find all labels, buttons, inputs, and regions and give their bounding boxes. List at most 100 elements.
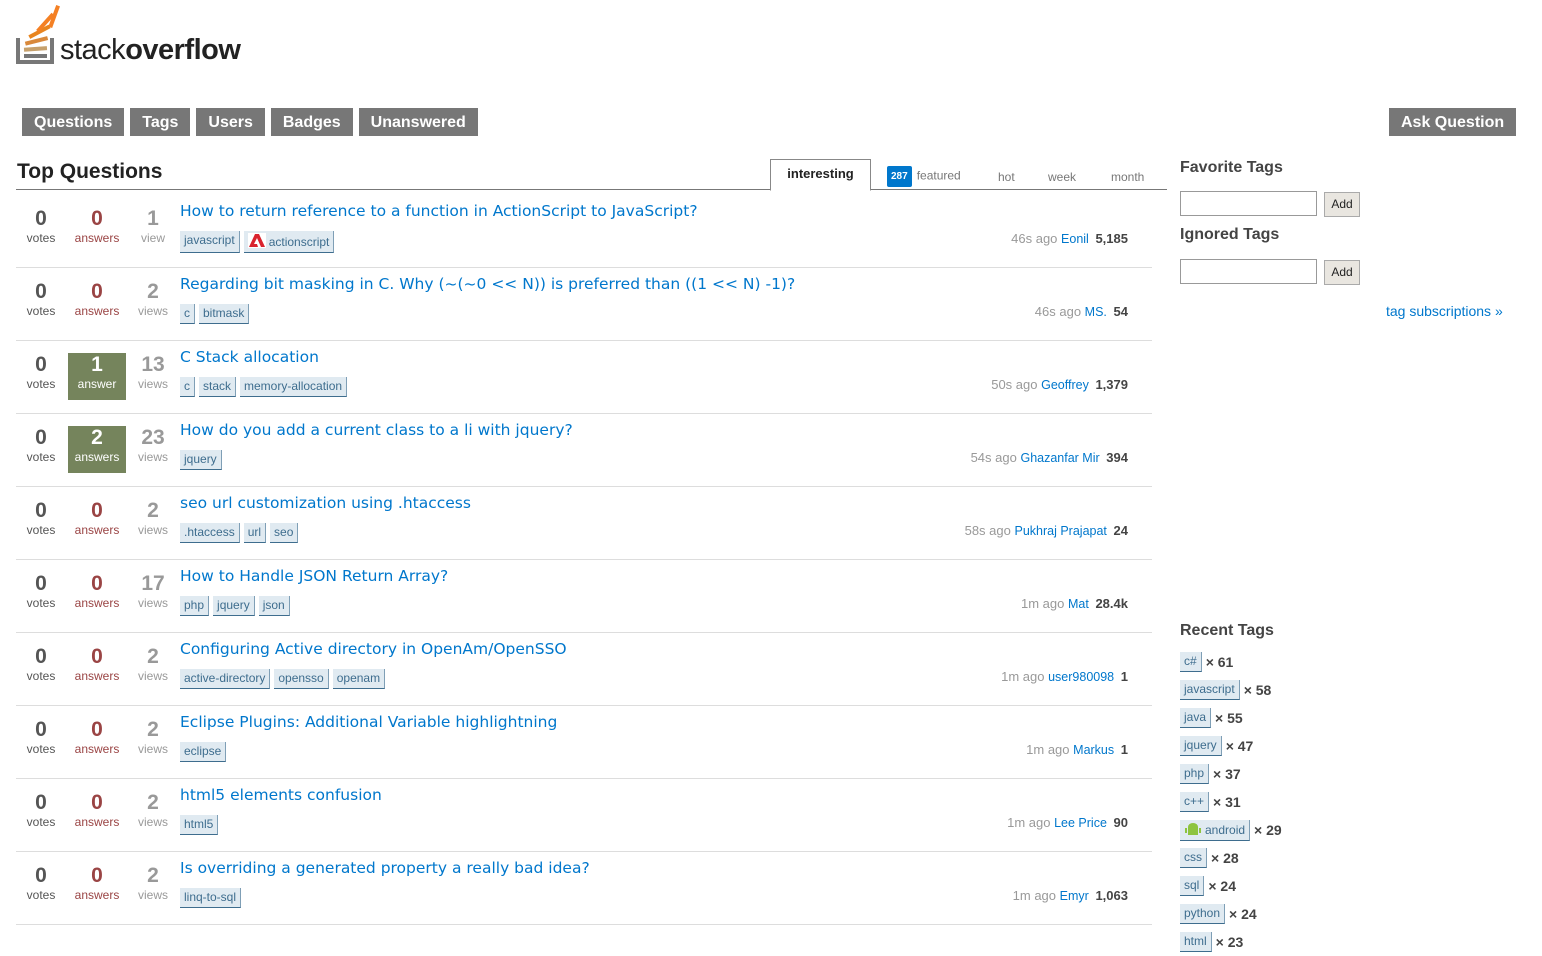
tag-opensso[interactable]: opensso bbox=[274, 669, 329, 689]
tab-hot[interactable]: hot bbox=[998, 170, 1015, 184]
question-time[interactable]: 46s ago bbox=[1011, 231, 1057, 246]
tag-java[interactable]: java bbox=[1180, 708, 1212, 728]
question-time[interactable]: 1m ago bbox=[1013, 888, 1056, 903]
answers-label: answers bbox=[74, 815, 120, 829]
nav-questions[interactable]: Questions bbox=[22, 108, 125, 136]
user-link[interactable]: Ghazanfar Mir bbox=[1020, 451, 1099, 465]
tag-memory-allocation[interactable]: memory-allocation bbox=[240, 377, 348, 397]
tag-json[interactable]: json bbox=[258, 596, 290, 616]
question-time[interactable]: 1m ago bbox=[1007, 815, 1050, 830]
tag-javascript[interactable]: javascript bbox=[180, 231, 240, 253]
user-link[interactable]: Eonil bbox=[1061, 232, 1089, 246]
tag-active-directory[interactable]: active-directory bbox=[180, 669, 271, 689]
tag-eclipse[interactable]: eclipse bbox=[180, 742, 227, 762]
tag-label: html5 bbox=[184, 817, 214, 831]
tag-seo[interactable]: seo bbox=[270, 523, 299, 543]
nav-unanswered[interactable]: Unanswered bbox=[358, 108, 478, 136]
tab-week[interactable]: week bbox=[1048, 170, 1076, 184]
tag-linq-to-sql[interactable]: linq-to-sql bbox=[180, 888, 242, 908]
question-time[interactable]: 1m ago bbox=[1021, 596, 1064, 611]
tag-label: memory-allocation bbox=[244, 379, 343, 393]
site-logo[interactable]: stackoverflow bbox=[16, 4, 276, 68]
question-title-link[interactable]: html5 elements confusion bbox=[180, 786, 382, 804]
tag-subscriptions-link[interactable]: tag subscriptions » bbox=[1386, 303, 1503, 319]
tag-python[interactable]: python bbox=[1180, 904, 1226, 924]
question-tags: jquery bbox=[180, 450, 222, 470]
question-title-link[interactable]: Is overriding a generated property a rea… bbox=[180, 859, 590, 877]
ignored-tags-input[interactable] bbox=[1180, 259, 1317, 284]
answers-number: 2 bbox=[91, 426, 103, 449]
tag-bitmask[interactable]: bitmask bbox=[199, 304, 250, 324]
tag-android[interactable]: android bbox=[1180, 819, 1251, 841]
question-time[interactable]: 1m ago bbox=[1026, 742, 1069, 757]
tag-actionscript[interactable]: actionscript bbox=[243, 231, 335, 253]
tab-month[interactable]: month bbox=[1111, 170, 1144, 184]
question-title-link[interactable]: How to Handle JSON Return Array? bbox=[180, 567, 448, 585]
tag-javascript[interactable]: javascript bbox=[1180, 680, 1240, 700]
tag-c[interactable]: c bbox=[180, 377, 195, 397]
add-favorite-button[interactable]: Add bbox=[1324, 192, 1360, 217]
tag-c#[interactable]: c# bbox=[1180, 652, 1202, 672]
tab-interesting[interactable]: interesting bbox=[770, 159, 871, 191]
views-number: 13 bbox=[141, 353, 165, 376]
votes-number: 0 bbox=[35, 280, 47, 303]
ask-question-button[interactable]: Ask Question bbox=[1389, 108, 1517, 136]
user-link[interactable]: Lee Price bbox=[1054, 816, 1107, 830]
user-link[interactable]: Mat bbox=[1068, 597, 1089, 611]
question-title-link[interactable]: How to return reference to a function in… bbox=[180, 202, 698, 220]
user-reputation: 24 bbox=[1113, 523, 1128, 538]
tab-featured[interactable]: 287 featured bbox=[887, 166, 961, 187]
add-ignored-button[interactable]: Add bbox=[1324, 260, 1360, 285]
recent-tags-list: c# × 61 javascript × 58 java × 55 jquery × 47 ph… bbox=[1180, 648, 1282, 956]
tag-count: × 55 bbox=[1215, 710, 1243, 726]
question-row: 0 votes 0 answers 2 views html5 elements… bbox=[16, 780, 1152, 852]
answers-number: 0 bbox=[91, 718, 103, 741]
tag-c++[interactable]: c++ bbox=[1180, 792, 1210, 812]
question-time[interactable]: 50s ago bbox=[991, 377, 1037, 392]
question-title-link[interactable]: C Stack allocation bbox=[180, 348, 319, 366]
question-title-link[interactable]: Eclipse Plugins: Additional Variable hig… bbox=[180, 713, 557, 731]
tag-openam[interactable]: openam bbox=[332, 669, 386, 689]
tag-html5[interactable]: html5 bbox=[180, 815, 219, 835]
user-link[interactable]: MS. bbox=[1085, 305, 1107, 319]
tag-css[interactable]: css bbox=[1180, 848, 1207, 868]
tag-php[interactable]: php bbox=[1180, 764, 1210, 784]
tag-url[interactable]: url bbox=[243, 523, 267, 543]
recent-tags: Recent Tags c# × 61 javascript × 58 java × 55… bbox=[1180, 622, 1282, 956]
question-time[interactable]: 46s ago bbox=[1035, 304, 1081, 319]
nav-users[interactable]: Users bbox=[196, 108, 265, 136]
tag-sql[interactable]: sql bbox=[1180, 876, 1205, 896]
tag-php[interactable]: php bbox=[180, 596, 210, 616]
user-link[interactable]: Pukhraj Prajapat bbox=[1014, 524, 1106, 538]
vote-count: 0 votes bbox=[13, 718, 69, 765]
favorite-tags-input[interactable] bbox=[1180, 191, 1317, 216]
tag-html[interactable]: html bbox=[1180, 932, 1212, 952]
question-time[interactable]: 58s ago bbox=[965, 523, 1011, 538]
tag-stack[interactable]: stack bbox=[199, 377, 237, 397]
tag-jquery[interactable]: jquery bbox=[1180, 736, 1222, 756]
question-row: 0 votes 0 answers 2 views Is overriding … bbox=[16, 853, 1152, 925]
question-title-link[interactable]: Configuring Active directory in OpenAm/O… bbox=[180, 640, 567, 658]
question-title-link[interactable]: Regarding bit masking in C. Why (~(~0 <<… bbox=[180, 275, 795, 293]
question-title-link[interactable]: How do you add a current class to a li w… bbox=[180, 421, 573, 439]
user-link[interactable]: user980098 bbox=[1048, 670, 1114, 684]
tag-c[interactable]: c bbox=[180, 304, 195, 324]
tag-label: javascript bbox=[1184, 682, 1235, 696]
tag-.htaccess[interactable]: .htaccess bbox=[180, 523, 240, 543]
tag-label: sql bbox=[1184, 878, 1200, 892]
recent-tag-item: javascript × 58 bbox=[1180, 676, 1282, 704]
user-link[interactable]: Markus bbox=[1073, 743, 1114, 757]
nav-badges[interactable]: Badges bbox=[270, 108, 353, 136]
question-time[interactable]: 54s ago bbox=[971, 450, 1017, 465]
question-time[interactable]: 1m ago bbox=[1001, 669, 1044, 684]
tag-count: × 29 bbox=[1254, 822, 1282, 838]
user-link[interactable]: Geoffrey bbox=[1041, 378, 1089, 392]
question-title-link[interactable]: seo url customization using .htaccess bbox=[180, 494, 471, 512]
views-label: views bbox=[137, 450, 168, 464]
answers-label: answers bbox=[74, 304, 120, 318]
tag-jquery[interactable]: jquery bbox=[213, 596, 255, 616]
tag-label: css bbox=[1184, 850, 1202, 864]
nav-tags[interactable]: Tags bbox=[130, 108, 191, 136]
tag-jquery[interactable]: jquery bbox=[180, 450, 222, 470]
user-link[interactable]: Emyr bbox=[1060, 889, 1089, 903]
